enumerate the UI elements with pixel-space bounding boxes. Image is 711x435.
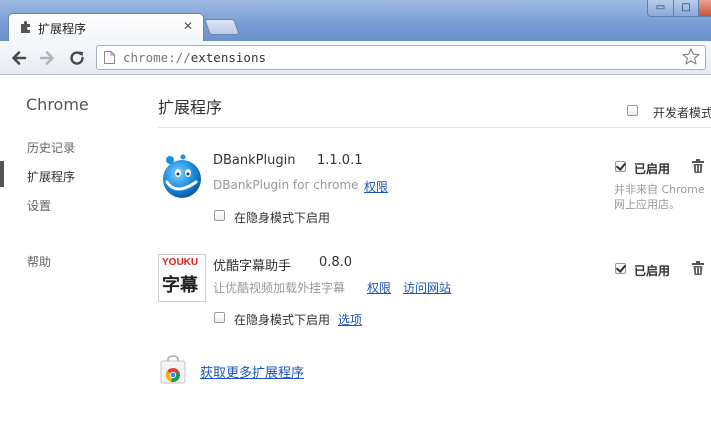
not-from-webstore-note-1: 并非来自 Chrome [614, 183, 705, 196]
enabled-label: 已启用 [634, 264, 671, 278]
sidebar-item-settings[interactable]: 设置 [27, 197, 51, 214]
extension-name: 优酷字幕助手 [213, 259, 292, 274]
close-tab-icon[interactable]: ✕ [181, 19, 195, 33]
trash-icon[interactable] [690, 260, 706, 276]
sidebar-brand: Chrome [26, 95, 89, 114]
maximize-button[interactable]: □ [673, 0, 699, 17]
dbank-globe-icon [163, 154, 201, 198]
incognito-checkbox[interactable] [214, 312, 225, 323]
extension-version: 1.1.0.1 [317, 153, 363, 168]
extensions-page: Chrome 历史记录 扩展程序 设置 帮助 扩展程序 开发者模式 DBankP… [0, 75, 711, 435]
extension-description: DBankPlugin for chrome [213, 178, 359, 192]
maximize-icon: □ [681, 2, 691, 13]
sidebar-item-history[interactable]: 历史记录 [27, 139, 75, 156]
tab-title: 扩展程序 [38, 22, 87, 36]
extension-version: 0.8.0 [319, 255, 353, 270]
new-tab-button[interactable] [204, 19, 240, 35]
enabled-checkbox[interactable] [615, 263, 626, 274]
developer-mode-checkbox[interactable] [627, 105, 638, 116]
developer-mode-label: 开发者模式 [653, 106, 711, 120]
youku-logo-text: YOUKU [162, 257, 199, 268]
reload-icon[interactable] [66, 47, 88, 69]
permissions-link[interactable]: 权限 [367, 279, 391, 296]
address-bar[interactable]: chrome://extensions [96, 45, 706, 70]
minimize-icon: ▭ [655, 2, 666, 13]
permissions-link[interactable]: 权限 [364, 178, 388, 195]
get-more-extensions-link[interactable]: 获取更多扩展程序 [200, 362, 304, 381]
visit-website-link[interactable]: 访问网站 [403, 279, 451, 296]
incognito-label: 在隐身模式下启用 [234, 211, 331, 225]
header-divider [158, 127, 711, 128]
incognito-label: 在隐身模式下启用 [234, 313, 331, 327]
webstore-bag-icon [160, 355, 186, 384]
options-link[interactable]: 选项 [338, 311, 362, 328]
not-from-webstore-note-2: 网上应用店。 [614, 198, 680, 211]
extension-name: DBankPlugin [213, 153, 296, 168]
sidebar-item-help[interactable]: 帮助 [27, 253, 51, 270]
puzzle-icon [21, 21, 30, 33]
youku-icon-caption: 字幕 [162, 275, 198, 296]
toolbar: chrome://extensions [0, 41, 711, 75]
extension-description: 让优酷视频加载外挂字幕 [213, 281, 346, 295]
sidebar-selection-marker [0, 161, 4, 187]
enabled-label: 已启用 [634, 162, 671, 176]
url-text: chrome://extensions [123, 50, 266, 65]
incognito-checkbox[interactable] [214, 210, 225, 221]
sidebar-item-extensions[interactable]: 扩展程序 [27, 168, 75, 185]
tab-extensions[interactable]: 扩展程序 ✕ [8, 13, 204, 41]
browser-window: 扩展程序 ✕ ▭ □ chrome://extensions Chrome 历史… [0, 0, 711, 435]
youku-subtitle-icon: YOUKU 字幕 [158, 254, 206, 302]
back-arrow-icon[interactable] [8, 47, 30, 69]
enabled-checkbox[interactable] [615, 161, 626, 172]
forward-arrow-icon[interactable] [36, 47, 58, 69]
bookmark-star-icon[interactable] [681, 47, 701, 67]
title-bar: 扩展程序 ✕ ▭ □ [0, 0, 711, 41]
minimize-button[interactable]: ▭ [647, 0, 674, 17]
close-window-button[interactable] [698, 0, 711, 17]
trash-icon[interactable] [690, 158, 706, 174]
page-icon [104, 51, 115, 64]
page-title: 扩展程序 [158, 98, 223, 117]
